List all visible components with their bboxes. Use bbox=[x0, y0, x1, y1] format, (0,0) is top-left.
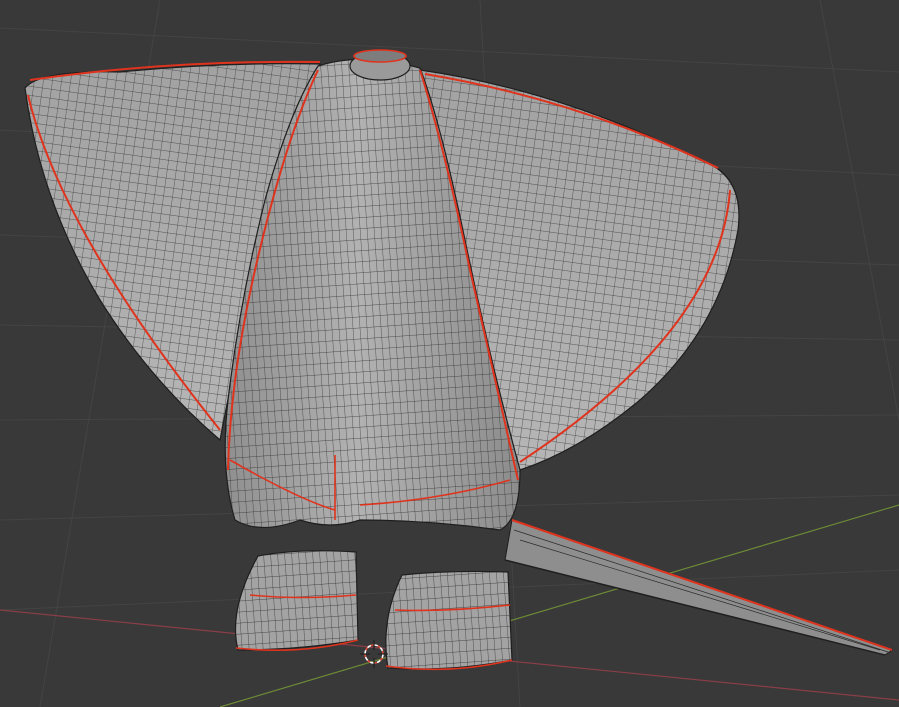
tail-mesh[interactable] bbox=[504, 519, 894, 656]
3d-viewport[interactable] bbox=[0, 0, 899, 707]
viewport-canvas[interactable] bbox=[0, 0, 899, 707]
neck-ring-mesh[interactable] bbox=[349, 49, 411, 81]
right-leg-mesh[interactable] bbox=[385, 570, 513, 671]
left-leg-mesh[interactable] bbox=[234, 550, 359, 652]
